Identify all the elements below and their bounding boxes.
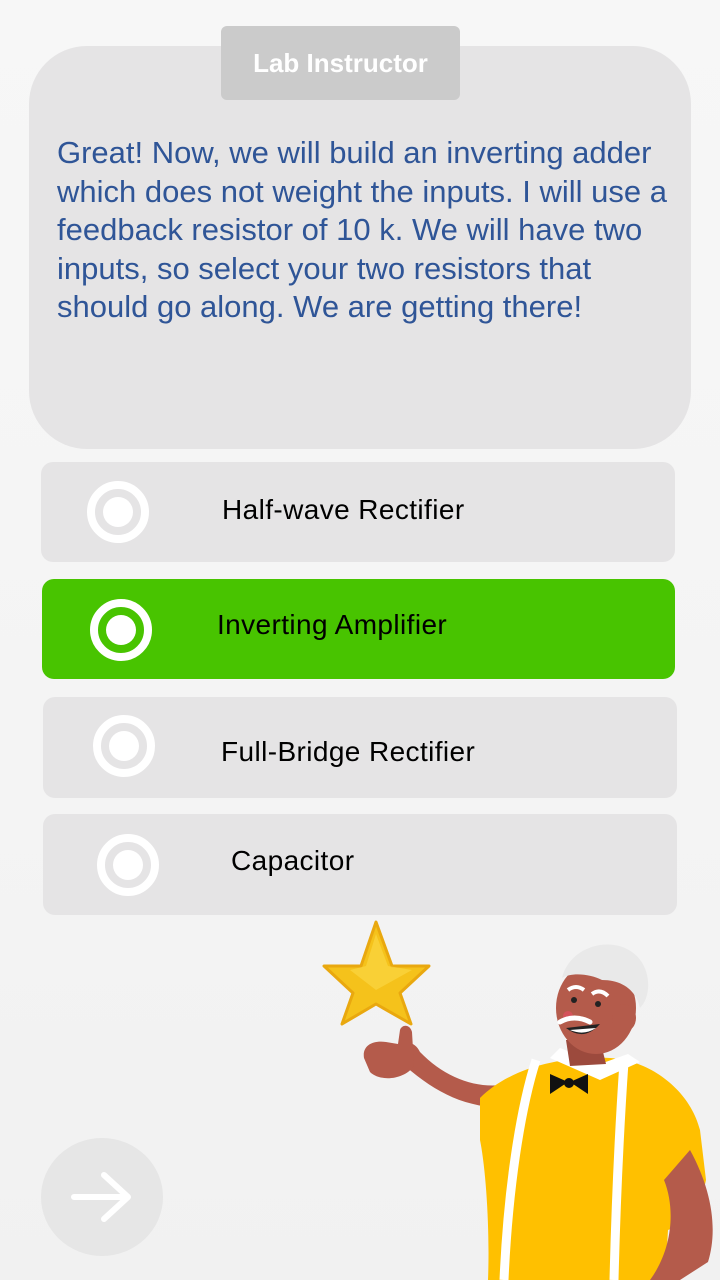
radio-button-icon[interactable] — [87, 481, 149, 543]
speaker-name-tag: Lab Instructor — [221, 26, 460, 100]
star-icon — [322, 920, 431, 1026]
option-label: Full-Bridge Rectifier — [221, 736, 476, 767]
speaker-name: Lab Instructor — [253, 47, 428, 78]
radio-button-icon[interactable] — [97, 834, 159, 896]
option-label: Inverting Amplifier — [217, 609, 448, 640]
option-capacitor[interactable]: Capacitor — [43, 814, 677, 915]
option-full-bridge-rectifier[interactable]: Full-Bridge Rectifier — [43, 697, 677, 798]
next-button[interactable] — [41, 1138, 163, 1256]
arrow-right-icon — [71, 1172, 131, 1222]
option-inverting-amplifier[interactable]: Inverting Amplifier — [42, 579, 675, 679]
option-half-wave-rectifier[interactable]: Half-wave Rectifier — [41, 462, 675, 562]
instructor-character — [363, 944, 713, 1280]
option-label: Half-wave Rectifier — [222, 494, 465, 525]
instructor-message: Great! Now, we will build an inverting a… — [57, 135, 668, 324]
radio-button-icon[interactable] — [93, 715, 155, 777]
option-label: Capacitor — [231, 845, 355, 876]
radio-button-selected-icon[interactable] — [90, 599, 152, 661]
